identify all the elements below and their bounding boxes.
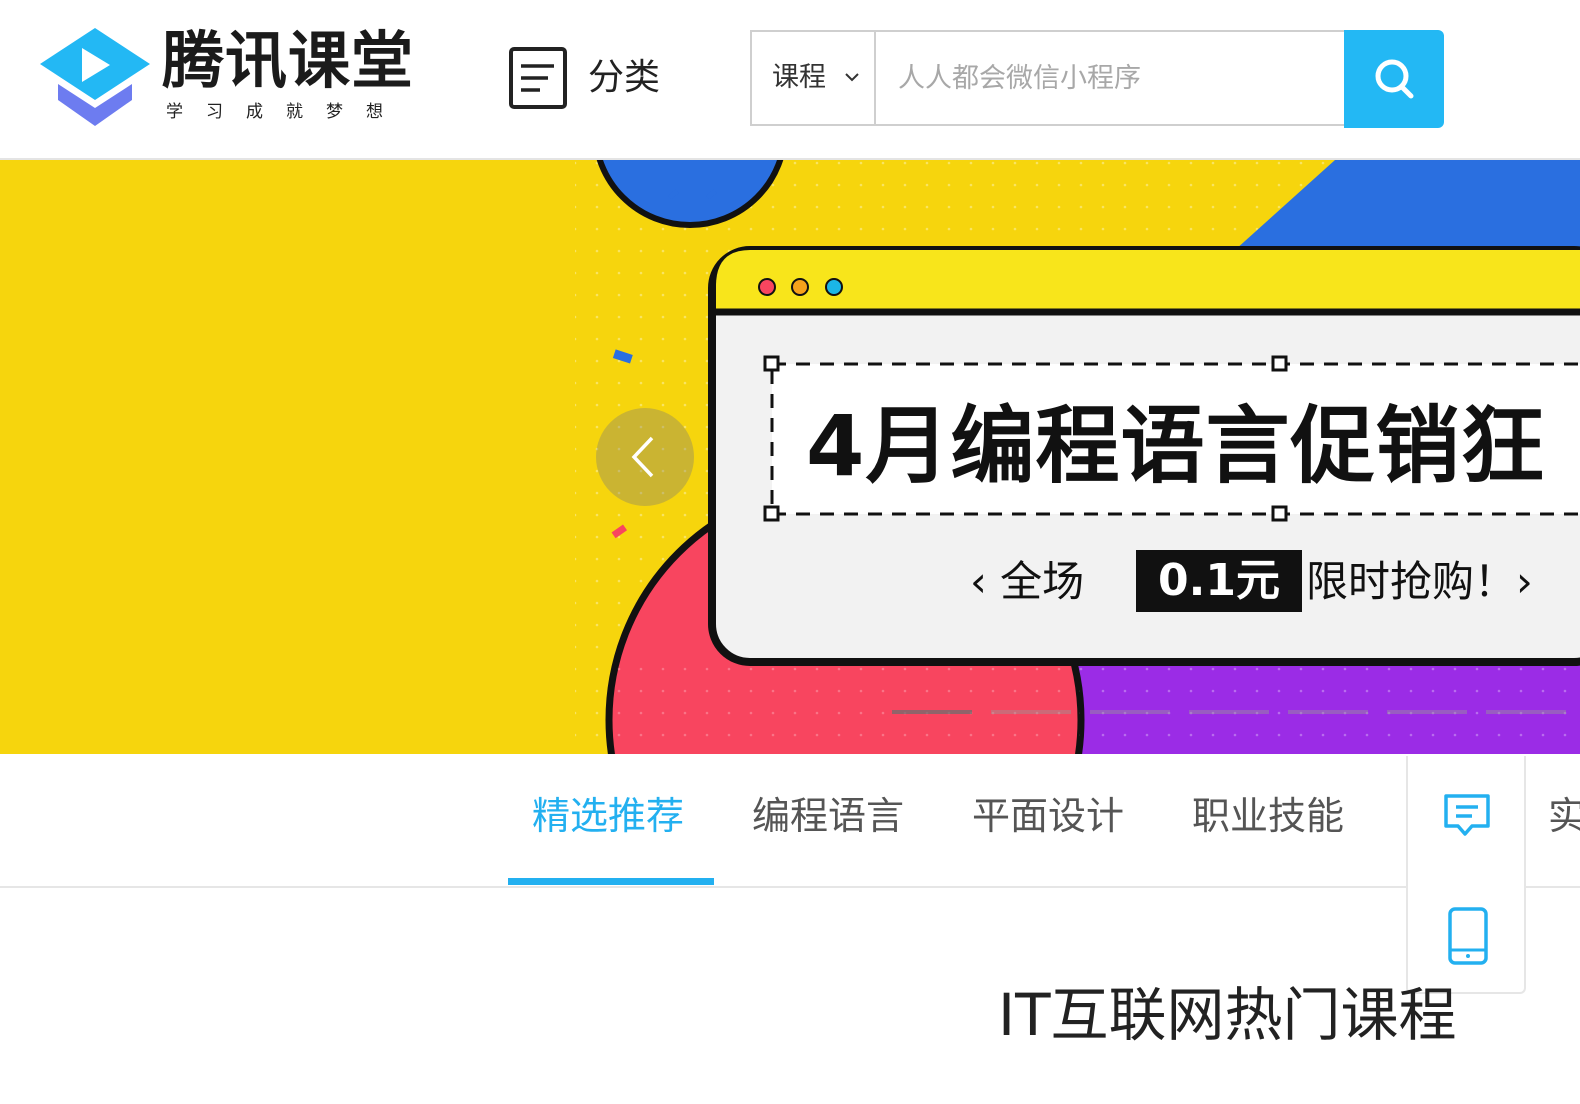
active-tab-indicator [508, 878, 714, 885]
category-button[interactable]: 分类 [508, 46, 678, 112]
banner-dot[interactable] [1486, 710, 1566, 714]
category-label: 分类 [588, 57, 661, 98]
banner-dot[interactable] [1288, 710, 1368, 714]
banner-dot[interactable] [1090, 710, 1170, 714]
chevron-down-icon [845, 73, 859, 82]
banner-subtitle-prefix: ‹ 全场 [970, 557, 1085, 606]
banner-dot[interactable] [892, 710, 972, 714]
banner-dot[interactable] [1387, 710, 1467, 714]
tablet-device-icon [1448, 907, 1488, 965]
category-tab-bar: 精选推荐 编程语言 平面设计 职业技能 实 [0, 754, 1580, 888]
logo-name: 腾讯课堂 [162, 24, 415, 97]
logo-tagline: 学习成就梦想 [166, 102, 406, 122]
top-header: 腾讯课堂 学习成就梦想 分类 课程 [0, 0, 1580, 160]
tab-career-skills[interactable]: 职业技能 [1192, 792, 1344, 840]
search-scope-dropdown[interactable]: 课程 [752, 32, 876, 124]
tab-next-clipped[interactable]: 实 [1548, 792, 1580, 840]
banner-dot[interactable] [1189, 710, 1269, 714]
play-graduation-cap-icon [40, 28, 150, 126]
banner-prev-button[interactable] [596, 408, 694, 506]
tab-graphic-design[interactable]: 平面设计 [972, 792, 1124, 840]
banner-pagination [892, 710, 1580, 716]
search-icon [1375, 59, 1414, 99]
search-scope-label: 课程 [772, 62, 826, 93]
search-box: 课程 [750, 30, 1344, 126]
feedback-button[interactable] [1408, 756, 1526, 874]
search-input[interactable] [878, 34, 1340, 122]
banner-subtitle-suffix: 限时抢购！› [1306, 557, 1533, 606]
chat-message-icon [1444, 794, 1490, 836]
tab-featured[interactable]: 精选推荐 [532, 792, 684, 840]
chevron-left-icon [631, 436, 654, 478]
list-document-icon [509, 47, 567, 109]
banner-price-tag: 0.1元 [1136, 550, 1302, 612]
section-title: IT互联网热门课程 [998, 981, 1457, 1049]
banner-title: 4月编程语言促销狂 [806, 397, 1546, 495]
floating-side-panel [1406, 756, 1526, 994]
search-button[interactable] [1344, 30, 1444, 128]
promo-banner[interactable]: 4月编程语言促销狂 ‹ 全场 0.1元 限时抢购！› [0, 160, 1580, 754]
banner-dot[interactable] [991, 710, 1071, 714]
mobile-app-button[interactable] [1408, 874, 1526, 992]
tab-programming[interactable]: 编程语言 [752, 792, 904, 840]
